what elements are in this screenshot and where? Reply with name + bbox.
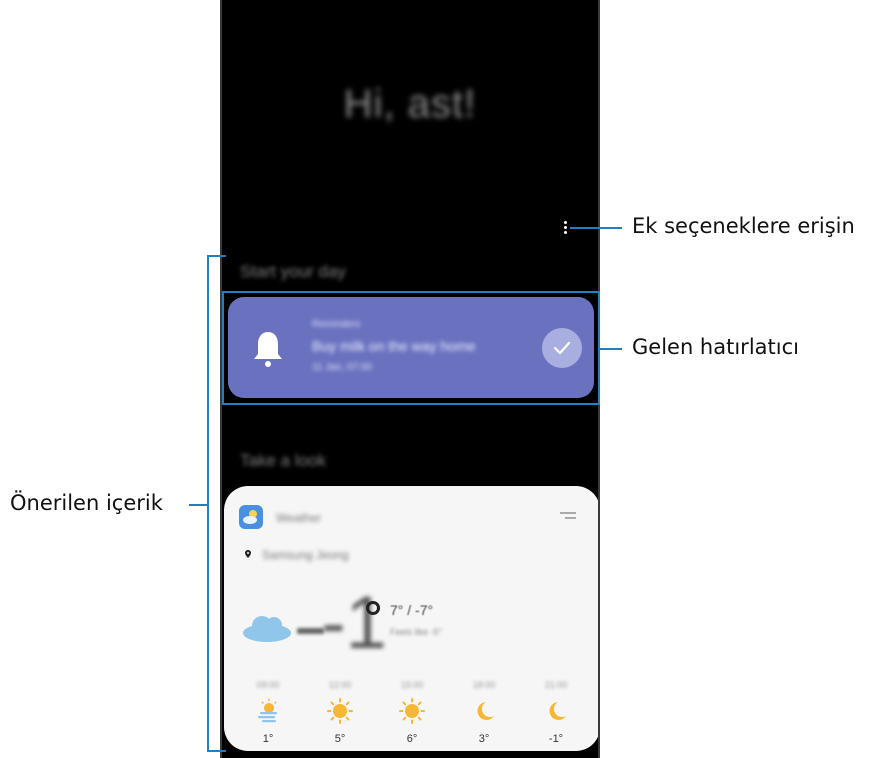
section-title-look: Take a look <box>240 451 326 470</box>
weather-app-icon <box>239 505 263 529</box>
sun-icon <box>327 698 353 724</box>
hour-temp: -1° <box>548 733 564 745</box>
section-title-start: Start your day <box>240 262 346 281</box>
hour-item: 21:00 -1° <box>534 680 578 745</box>
hour-item: 09:00 1° <box>246 680 290 745</box>
cloud-icon <box>243 616 291 642</box>
hour-time: 18:00 <box>472 680 496 690</box>
hour-temp: 6° <box>406 733 418 745</box>
degree-symbol <box>366 601 380 615</box>
callout-bracket <box>207 255 209 752</box>
annotation-reminder: Gelen hatırlatıcı <box>632 335 799 359</box>
location-pin-icon <box>245 550 251 558</box>
moon-icon <box>549 702 566 720</box>
hour-item: 12:00 5° <box>318 680 362 745</box>
hour-temp: 5° <box>334 733 346 745</box>
current-temperature: -1 <box>321 581 387 664</box>
hour-time: 21:00 <box>544 680 568 690</box>
feels-like-text: Feels like -5° <box>390 627 443 637</box>
card-menu-icon[interactable] <box>560 512 576 520</box>
callout-box-reminder <box>222 291 600 405</box>
sun-icon <box>399 698 425 724</box>
moon-icon <box>477 702 494 720</box>
hour-temp: 3° <box>478 733 490 745</box>
hour-time: 15:00 <box>400 680 424 690</box>
annotation-more-options: Ek seçeneklere erişin <box>632 214 855 238</box>
more-options-icon[interactable] <box>563 221 569 237</box>
hour-temp: 1° <box>262 733 274 745</box>
callout-line-recommended <box>189 504 207 506</box>
callout-bracket-top <box>207 255 226 257</box>
annotation-recommended: Önerilen içerik <box>10 491 163 515</box>
weather-app-name: Weather <box>276 511 322 525</box>
hour-time: 09:00 <box>256 680 280 690</box>
callout-line-reminder <box>600 348 622 350</box>
high-low-temperature: 7° / -7° <box>390 602 434 618</box>
weather-location: Samsung Jeong <box>262 548 349 562</box>
callout-bracket-bottom <box>207 750 226 752</box>
hour-item: 18:00 3° <box>462 680 506 745</box>
weather-card[interactable]: Weather Samsung Jeong -1 7° / -7° Feels … <box>224 486 598 751</box>
callout-line-more-options <box>570 227 622 229</box>
hour-item: 15:00 6° <box>390 680 434 745</box>
hour-time: 12:00 <box>328 680 352 690</box>
minus-sign <box>297 628 324 634</box>
sun-cloud-icon <box>258 699 277 723</box>
greeting-text: Hi, ast! <box>343 82 477 126</box>
